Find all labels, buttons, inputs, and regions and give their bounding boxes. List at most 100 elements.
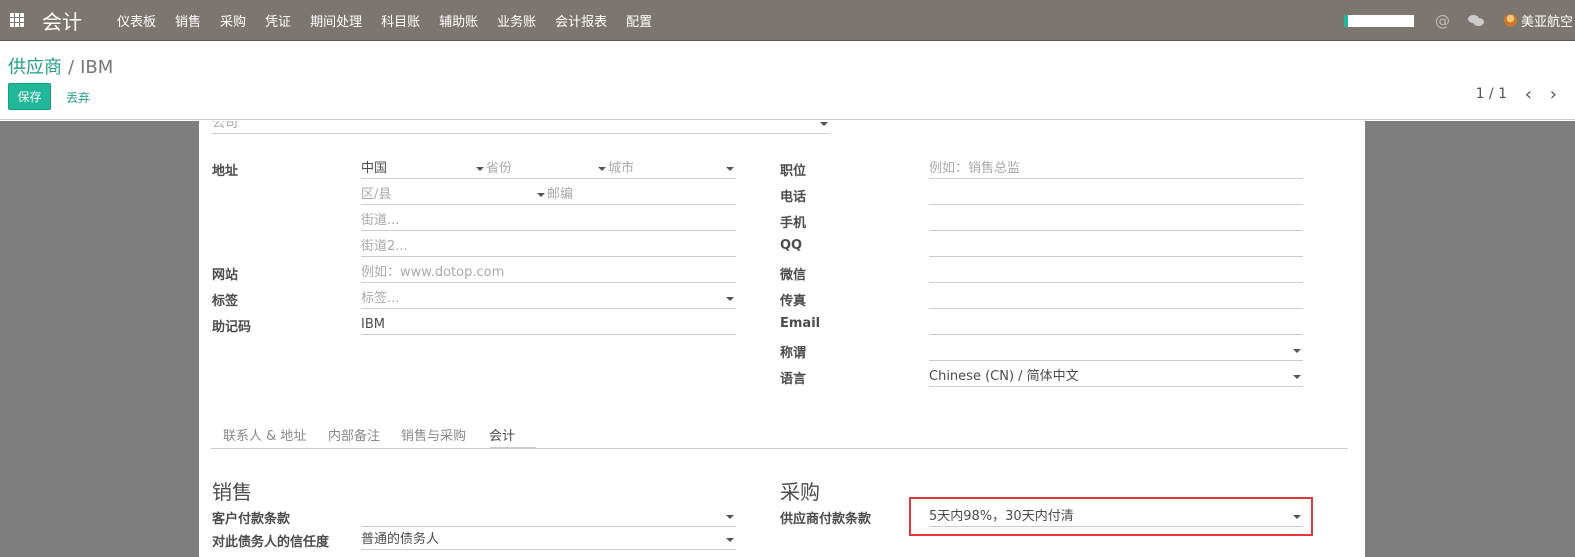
zip-field[interactable]: 邮编: [547, 185, 736, 205]
chevron-down-icon: [726, 538, 734, 542]
chevron-down-icon: [820, 122, 828, 126]
chevron-right-icon[interactable]: ›: [1550, 84, 1557, 105]
purchase-heading: 采购: [780, 480, 820, 504]
menu-item-config[interactable]: 配置: [626, 11, 652, 30]
chevron-down-icon: [598, 167, 606, 171]
street2-placeholder: 街道2...: [361, 239, 408, 254]
pager-value[interactable]: 1 / 1: [1476, 86, 1507, 102]
vendor-terms-label: 供应商付款条款: [780, 512, 872, 527]
email-field[interactable]: [929, 315, 1303, 335]
menu-item-period[interactable]: 期间处理: [310, 11, 362, 30]
chevron-down-icon: [476, 167, 484, 171]
chevron-down-icon: [1293, 375, 1301, 379]
tab-sales-purchase[interactable]: 销售与采购: [401, 425, 466, 444]
user-menu[interactable]: 美亚航空: [1521, 11, 1573, 30]
mobile-label: 手机: [780, 216, 807, 231]
district-field[interactable]: 区/县: [361, 185, 547, 205]
ref-label: 助记码: [212, 320, 252, 335]
trust-field[interactable]: 普通的债务人: [361, 530, 736, 550]
menu-item-purchase[interactable]: 采购: [220, 11, 246, 30]
discard-button[interactable]: 丢弃: [66, 89, 90, 106]
menu-item-auxiliary[interactable]: 辅助账: [439, 11, 478, 30]
title-field[interactable]: [929, 341, 1303, 361]
notebook-tabs: 联系人 & 地址 内部备注 销售与采购 会计: [211, 418, 1348, 449]
job-placeholder: 例如：销售总监: [929, 161, 1021, 176]
country-value: 中国: [361, 161, 388, 176]
city-field[interactable]: 城市: [608, 159, 736, 179]
menu-item-reports[interactable]: 会计报表: [555, 11, 607, 30]
website-placeholder: 例如：www.dotop.com: [361, 265, 505, 280]
mention-icon[interactable]: @: [1435, 12, 1450, 30]
menu-item-dashboard[interactable]: 仪表板: [117, 11, 156, 30]
wechat-field[interactable]: [929, 263, 1303, 283]
trust-label: 对此债务人的信任度: [212, 535, 330, 550]
chevron-down-icon: [537, 193, 545, 197]
breadcrumb-parent[interactable]: 供应商: [8, 57, 62, 78]
province-placeholder: 省份: [486, 161, 513, 176]
chat-icon[interactable]: [1467, 14, 1484, 27]
chevron-down-icon: [726, 297, 734, 301]
street-placeholder: 街道...: [361, 213, 400, 228]
country-field[interactable]: 中国: [361, 159, 486, 179]
district-placeholder: 区/县: [361, 187, 392, 202]
chevron-down-icon: [726, 167, 734, 171]
menu-item-business[interactable]: 业务账: [497, 11, 536, 30]
street-field[interactable]: 街道...: [361, 211, 736, 231]
phone-field[interactable]: [929, 185, 1303, 205]
chevron-left-icon[interactable]: ‹: [1525, 84, 1532, 105]
tags-label: 标签: [212, 294, 239, 309]
website-field[interactable]: 例如：www.dotop.com: [361, 263, 736, 283]
ref-value: IBM: [361, 317, 385, 332]
province-field[interactable]: 省份: [486, 159, 608, 179]
phone-label: 电话: [780, 190, 807, 205]
job-field[interactable]: 例如：销售总监: [929, 159, 1303, 179]
navbar-right: @ 美亚航空: [1343, 0, 1575, 41]
customer-terms-field[interactable]: [361, 507, 736, 527]
sales-heading: 销售: [212, 480, 252, 504]
title-label: 称谓: [780, 346, 807, 361]
ref-field[interactable]: IBM: [361, 315, 736, 335]
website-label: 网站: [212, 268, 239, 283]
lang-label: 语言: [780, 372, 807, 387]
apps-menu-icon[interactable]: [2, 0, 32, 41]
top-navbar: 会计 仪表板 销售 采购 凭证 期间处理 科目账 辅助账 业务账 会计报表 配置…: [0, 0, 1575, 41]
menu-item-vouchers[interactable]: 凭证: [265, 11, 291, 30]
customer-terms-label: 客户付款条款: [212, 512, 291, 527]
tags-field[interactable]: 标签...: [361, 289, 736, 309]
breadcrumb: 供应商 / IBM: [8, 53, 113, 79]
tab-notes[interactable]: 内部备注: [328, 425, 380, 444]
address-label: 地址: [212, 164, 239, 179]
progress-bar: [1343, 14, 1414, 27]
tab-contacts[interactable]: 联系人 & 地址: [223, 425, 306, 444]
qq-label: QQ: [780, 238, 803, 253]
active-tab-indicator: [490, 447, 536, 449]
fax-label: 传真: [780, 294, 807, 309]
menu-item-sales[interactable]: 销售: [175, 11, 201, 30]
lang-field[interactable]: Chinese (CN) / 简体中文: [929, 367, 1303, 387]
highlight-box: [909, 497, 1313, 536]
avatar[interactable]: [1503, 14, 1517, 27]
tab-accounting[interactable]: 会计: [489, 425, 515, 444]
mobile-field[interactable]: [929, 211, 1303, 231]
zip-placeholder: 邮编: [547, 187, 574, 202]
lang-value: Chinese (CN) / 简体中文: [929, 369, 1079, 384]
app-title[interactable]: 会计: [42, 6, 82, 35]
breadcrumb-separator: /: [68, 57, 75, 78]
tags-placeholder: 标签...: [361, 291, 400, 306]
chevron-down-icon: [1293, 349, 1301, 353]
control-panel: 供应商 / IBM 保存 丢弃 1 / 1 ‹ ›: [0, 41, 1575, 120]
qq-field[interactable]: [929, 237, 1303, 257]
email-label: Email: [780, 316, 821, 331]
city-placeholder: 城市: [608, 161, 635, 176]
menu-item-accounts[interactable]: 科目账: [381, 11, 420, 30]
company-field[interactable]: 公司: [212, 121, 830, 134]
breadcrumb-current: IBM: [80, 57, 114, 78]
company-placeholder: 公司: [212, 121, 239, 131]
job-label: 职位: [780, 164, 807, 179]
chevron-down-icon: [726, 515, 734, 519]
main-menu: 仪表板 销售 采购 凭证 期间处理 科目账 辅助账 业务账 会计报表 配置: [117, 11, 671, 30]
street2-field[interactable]: 街道2...: [361, 237, 736, 257]
form-sheet: 公司 地址 中国 省份 城市 区/县 邮编 街道... 街道2... 网站 例如…: [199, 121, 1365, 557]
fax-field[interactable]: [929, 289, 1303, 309]
save-button[interactable]: 保存: [8, 83, 51, 110]
